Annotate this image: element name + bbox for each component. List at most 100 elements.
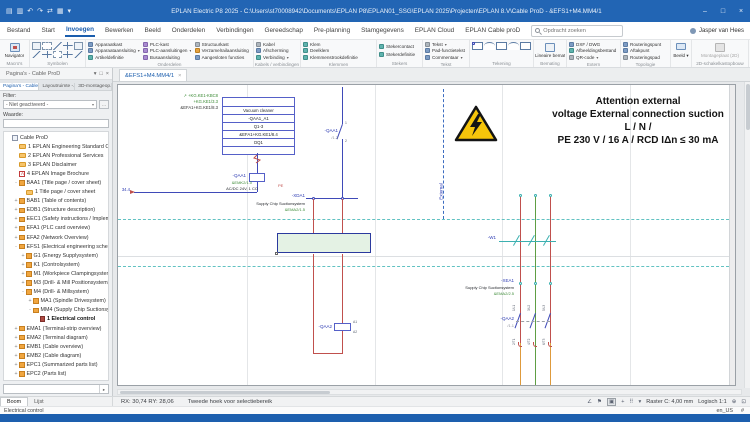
symbol-icon[interactable]	[53, 42, 62, 50]
shape-gallery[interactable]	[470, 40, 533, 60]
window-control-button[interactable]: ×	[732, 8, 750, 15]
ribbon-item[interactable]: Stekerdefinitie	[379, 52, 420, 59]
tree-item[interactable]: + EMB1 (Cable overview)	[4, 342, 108, 351]
wire-L[interactable]	[520, 343, 521, 386]
panel-tab[interactable]: Pagina's - Cable...	[0, 83, 39, 90]
panel-close-icon[interactable]: ×	[106, 71, 109, 77]
wire-N[interactable]	[550, 197, 551, 343]
document-tab[interactable]: &EFS1+M4.MM4/1 ×	[119, 69, 187, 81]
symbol-icon[interactable]	[74, 51, 83, 59]
qat-icon[interactable]: ↷	[37, 7, 43, 15]
qat-icon[interactable]: ⇄	[47, 7, 53, 15]
ribbon-tab[interactable]: Pre-planning	[313, 25, 351, 36]
symbol-icon[interactable]	[42, 51, 51, 59]
navigator-button[interactable]: Navigator	[0, 40, 29, 60]
sector-shape-icon[interactable]	[508, 42, 519, 50]
xea1-terminal[interactable]	[549, 282, 552, 285]
tree-item[interactable]: + M1 (Workpiece Clampingsystem)	[4, 269, 108, 278]
qaa2-coil-tag[interactable]: -QAA2	[296, 324, 332, 329]
tree-item[interactable]: + G1 (Energy Supplysystem)	[4, 251, 108, 260]
tree-item[interactable]: + EPC2 (Parts list)	[4, 369, 108, 378]
crosshair-icon[interactable]: +	[621, 399, 624, 405]
ribbon-tab[interactable]: Beeld	[143, 25, 161, 36]
wire[interactable]	[342, 331, 343, 353]
qat-icon[interactable]: ▾	[68, 7, 72, 15]
ribbon-tab[interactable]: Invoegen	[65, 24, 95, 37]
panel-tab[interactable]: Layoutruimte -...	[39, 83, 75, 90]
ribbon-tab[interactable]: EPLAN Cloud	[414, 25, 455, 36]
user-account[interactable]: Jasper van Hees	[690, 28, 744, 34]
overload-symbol[interactable]	[252, 155, 262, 164]
zoom-area-icon[interactable]: ⊡	[741, 399, 746, 405]
symbol-icon[interactable]	[53, 51, 62, 59]
window-control-button[interactable]: –	[696, 8, 714, 15]
qat-icon[interactable]: ▦	[57, 7, 64, 15]
xea1-tag[interactable]: -XEA1	[468, 278, 514, 283]
flag-icon[interactable]: ⚑	[597, 399, 602, 405]
command-search[interactable]	[531, 25, 623, 37]
filter-more-button[interactable]: ...	[99, 100, 109, 109]
w1-tag[interactable]: -W1	[476, 235, 496, 240]
search-input[interactable]	[543, 28, 613, 34]
panel-float-icon[interactable]: □	[99, 71, 102, 77]
zoom-in-icon[interactable]: ⊕	[732, 399, 737, 405]
tree-filter-apply-icon[interactable]: ▸	[99, 385, 108, 393]
tree-item[interactable]: + EMB2 (Cable diagram)	[4, 351, 108, 360]
symbol-icon[interactable]	[74, 42, 83, 50]
ribbon-tab[interactable]: Bestand	[6, 25, 31, 36]
ribbon-tab[interactable]: Start	[40, 25, 56, 36]
interruption-point-label[interactable]: 34.4	[118, 187, 130, 192]
wire[interactable]	[342, 139, 343, 198]
tree-item[interactable]: + M3 (Drill- & Mill Positionsystem)	[4, 279, 108, 288]
ribbon-tab[interactable]: Onderdelen	[171, 25, 206, 36]
tree-item[interactable]: + BAB1 (Table of contents)	[4, 197, 108, 206]
tree-list-tab[interactable]: Lijst	[28, 397, 50, 406]
ellipse-shape-icon[interactable]	[472, 42, 475, 45]
qaa1-coil-tag[interactable]: -QAA1	[206, 173, 246, 178]
wire[interactable]	[313, 254, 314, 353]
xea1-terminal[interactable]	[519, 282, 522, 285]
wire[interactable]	[342, 199, 343, 233]
snap-icon[interactable]: ▣	[607, 398, 616, 406]
close-tab-icon[interactable]: ×	[178, 73, 181, 79]
symbol-gallery[interactable]	[30, 40, 85, 60]
xda1-tag[interactable]: -XDA1	[263, 193, 305, 198]
tree-item[interactable]: - EFS1 (Electrical engineering schematic…	[4, 242, 108, 251]
angle-icon[interactable]: ∠	[587, 399, 592, 405]
qat-icon[interactable]: ▤	[6, 7, 13, 15]
qaa2-coil-symbol[interactable]	[334, 323, 351, 331]
wire[interactable]	[342, 87, 343, 124]
qat-icon[interactable]: ▥	[17, 7, 24, 15]
chevron-down-icon[interactable]: ▾	[638, 399, 641, 405]
vertical-scrollbar[interactable]	[744, 82, 750, 388]
tree-item[interactable]: - BAA1 (Title page / cover sheet)	[4, 178, 108, 187]
wire[interactable]	[313, 353, 343, 354]
ribbon-tab[interactable]: Stamgegevens	[360, 25, 405, 36]
window-control-button[interactable]: □	[714, 8, 732, 15]
tree-item[interactable]: - M4 (Drill- & Millsystem)	[4, 288, 108, 297]
schematic-page[interactable]: ↗ +KG.KE1-KBC8+KG.KE1/3.3&EFA1+KG.KE1/8.…	[117, 84, 736, 386]
qat-icon[interactable]: ↶	[27, 7, 33, 15]
symbol-icon[interactable]	[63, 51, 72, 59]
interruption-point-arrow[interactable]	[130, 190, 135, 194]
tree-item[interactable]: + ETC1 (Model view)	[4, 379, 108, 381]
language-indicator[interactable]: en_US	[717, 408, 733, 414]
xea1-terminal[interactable]	[534, 282, 537, 285]
wire[interactable]	[313, 199, 314, 233]
wire[interactable]	[134, 192, 257, 193]
filter-select[interactable]: - Niet geactiveerd - ▾	[3, 100, 97, 109]
wire[interactable]	[342, 254, 343, 323]
arc-shape-icon[interactable]	[484, 42, 495, 50]
lineaire-bemating-button[interactable]: Lineaire bemating ▾	[534, 40, 566, 60]
polygon-shape-icon[interactable]	[496, 42, 507, 50]
tree-item[interactable]: + EMA2 (Terminal diagram)	[4, 333, 108, 342]
panel-dropdown-icon[interactable]: ▾	[94, 71, 97, 77]
tree-item[interactable]: 4 EPLAN Image Brochure	[4, 169, 108, 178]
tree-item[interactable]: 2 EPLAN Professional Services	[4, 151, 108, 160]
selection-rectangle[interactable]	[277, 233, 371, 253]
tree-filter-input[interactable]: ▸	[3, 384, 109, 394]
tree-item[interactable]: - MM4 (Supply Chip Suctionsystem)	[4, 306, 108, 315]
panel-tab[interactable]: 3D-montageop...	[75, 83, 112, 90]
symbol-icon[interactable]	[42, 42, 51, 50]
wire-N[interactable]	[550, 343, 551, 386]
